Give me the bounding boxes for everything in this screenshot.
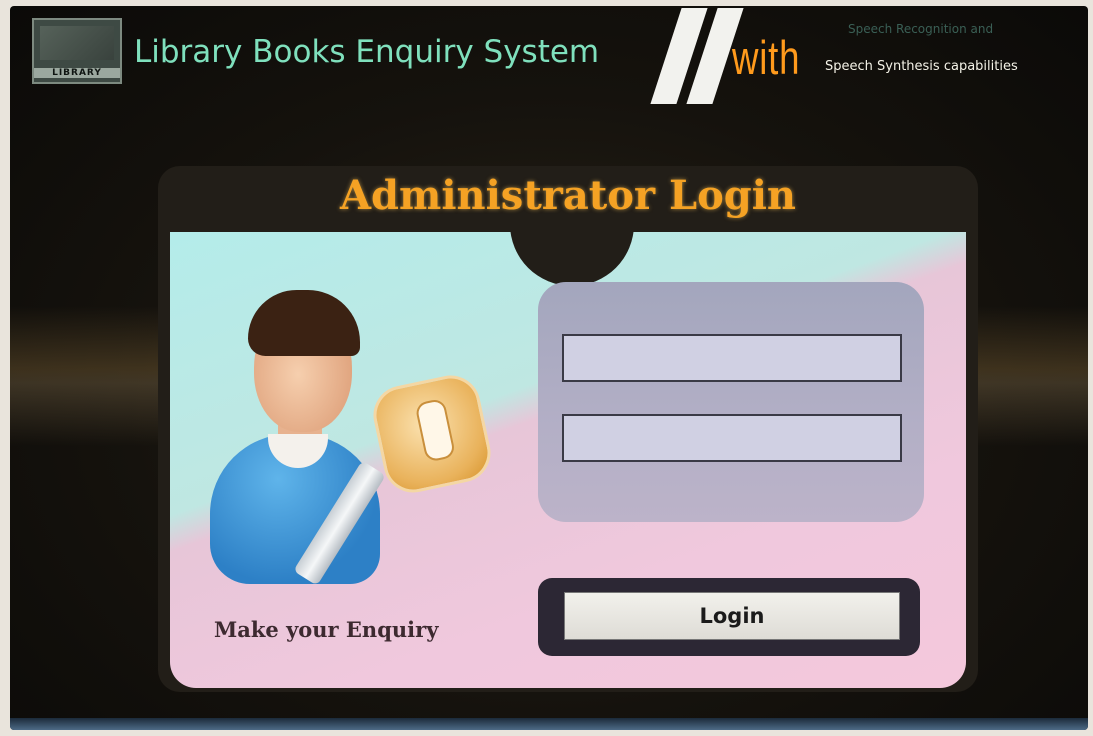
key-bow <box>367 369 497 499</box>
make-enquiry-link[interactable]: Make your Enquiry <box>214 617 438 642</box>
login-panel: Administrator Login Make your Enquiry Lo… <box>158 166 978 692</box>
login-button[interactable]: Login <box>564 592 900 640</box>
library-logo-icon: LIBRARY <box>32 18 122 84</box>
page-title: Administrator Login <box>340 172 796 219</box>
app-header: LIBRARY Library Books Enquiry System wit… <box>10 6 1088 104</box>
panel-notch <box>510 232 634 286</box>
monitor-screen: LIBRARY Library Books Enquiry System wit… <box>10 6 1088 730</box>
logo-text: LIBRARY <box>34 68 120 78</box>
login-panel-body: Make your Enquiry Login <box>170 232 966 688</box>
username-field[interactable] <box>562 334 902 382</box>
app-title: Library Books Enquiry System <box>134 34 600 70</box>
admin-user-avatar-icon <box>210 284 500 624</box>
key-hole <box>414 397 457 463</box>
avatar-hair <box>248 290 360 356</box>
key-icon <box>293 369 500 610</box>
logo-image <box>40 26 114 60</box>
screen-bottom-edge <box>10 718 1088 730</box>
login-button-frame: Login <box>538 578 920 656</box>
speech-synthesis-text: Speech Synthesis capabilities <box>825 59 1018 74</box>
with-word: with <box>732 31 801 84</box>
login-form <box>538 282 924 522</box>
speech-recognition-text: Speech Recognition and <box>848 22 994 36</box>
password-field[interactable] <box>562 414 902 462</box>
